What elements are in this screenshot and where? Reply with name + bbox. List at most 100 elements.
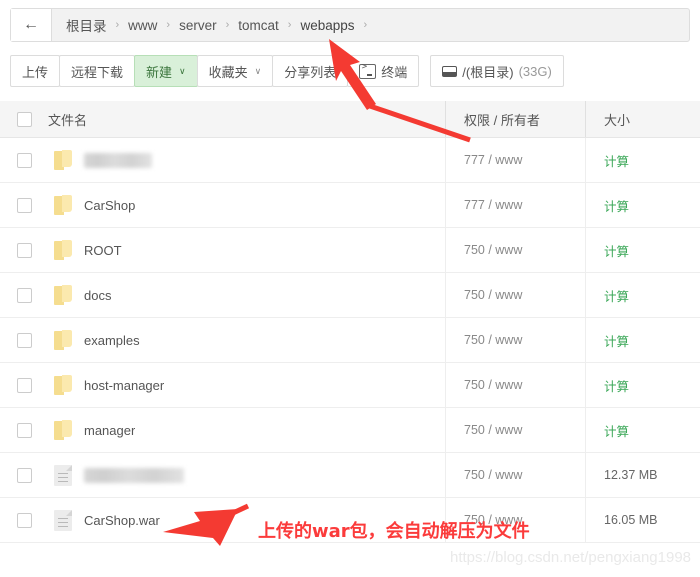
table-row[interactable]: docs 750 / www 计算 [0, 273, 700, 318]
watermark: https://blog.csdn.net/pengxiang1998 [450, 549, 692, 566]
permission-owner-cell[interactable]: 750 / www [445, 273, 585, 317]
breadcrumb: 根目录 › www › server › tomcat › webapps › [52, 9, 689, 41]
size-cell: 16.05 MB [585, 498, 700, 542]
share-list-button-label: 分享列表 [284, 64, 337, 80]
header-permission: 权限 / 所有者 [445, 101, 585, 137]
header-filename: 文件名 [48, 110, 445, 129]
upload-button[interactable]: 上传 [10, 55, 61, 87]
row-checkbox[interactable] [16, 242, 32, 258]
breadcrumb-item-www[interactable]: www [128, 18, 157, 33]
row-checkbox[interactable] [16, 467, 32, 483]
breadcrumb-item-webapps[interactable]: webapps [300, 18, 354, 33]
disk-usage-button[interactable]: /(根目录) (33G) [430, 55, 564, 87]
size-cell: 计算 [585, 273, 700, 317]
breadcrumb-item-server[interactable]: server [179, 18, 217, 33]
share-list-button[interactable]: 分享列表 [272, 55, 349, 87]
size-cell: 计算 [585, 408, 700, 452]
table-row[interactable]: 750 / www 12.37 MB [0, 453, 700, 498]
permission-owner-cell[interactable]: 750 / www [445, 453, 585, 497]
calculate-size-link[interactable]: 计算 [604, 241, 629, 260]
row-checkbox[interactable] [16, 512, 32, 528]
permission-owner-cell[interactable]: 750 / www [445, 363, 585, 407]
disk-size-label: (33G) [518, 63, 552, 79]
new-button[interactable]: 新建 ∨ [134, 55, 198, 87]
filename-cell: manager [48, 420, 445, 440]
filename-label[interactable]: manager [84, 423, 135, 438]
file-table: 文件名 权限 / 所有者 大小 777 / www 计算 CarShop 777 / … [0, 101, 700, 543]
table-row[interactable]: 777 / www 计算 [0, 138, 700, 183]
filename-label[interactable]: ROOT [84, 243, 122, 258]
row-select-cell [0, 467, 48, 483]
table-row[interactable]: CarShop 777 / www 计算 [0, 183, 700, 228]
filename-cell: examples [48, 330, 445, 350]
size-cell: 计算 [585, 183, 700, 227]
row-select-cell [0, 197, 48, 213]
permission-owner-cell[interactable]: 750 / www [445, 228, 585, 272]
size-cell: 计算 [585, 228, 700, 272]
folder-icon [54, 285, 72, 305]
filename-cell: CarShop.war [48, 509, 445, 531]
table-row[interactable]: ROOT 750 / www 计算 [0, 228, 700, 273]
permission-owner-cell[interactable]: 750 / www [445, 498, 585, 542]
file-icon [54, 509, 72, 531]
table-row[interactable]: examples 750 / www 计算 [0, 318, 700, 363]
select-all-checkbox[interactable] [16, 111, 32, 127]
size-label: 12.37 MB [604, 468, 658, 482]
breadcrumb-item-root[interactable]: 根目录 [66, 15, 107, 35]
row-select-cell [0, 422, 48, 438]
calculate-size-link[interactable]: 计算 [604, 331, 629, 350]
chevron-down-icon: ∨ [254, 65, 262, 76]
favorites-button-label: 收藏夹 [208, 64, 248, 80]
folder-icon [54, 240, 72, 260]
row-select-cell [0, 152, 48, 168]
favorites-button[interactable]: 收藏夹 ∨ [196, 55, 274, 87]
filename-label[interactable] [84, 467, 184, 483]
calculate-size-link[interactable]: 计算 [604, 151, 629, 170]
permission-owner-cell[interactable]: 777 / www [445, 183, 585, 227]
calculate-size-link[interactable]: 计算 [604, 376, 629, 395]
table-body: 777 / www 计算 CarShop 777 / www 计算 ROOT 750 / w… [0, 138, 700, 543]
terminal-button-label: 终端 [381, 64, 408, 80]
breadcrumb-separator: › [166, 19, 171, 31]
back-button[interactable]: ← [11, 9, 52, 41]
calculate-size-link[interactable]: 计算 [604, 196, 629, 215]
row-checkbox[interactable] [16, 422, 32, 438]
row-checkbox[interactable] [16, 377, 32, 393]
row-checkbox[interactable] [16, 287, 32, 303]
breadcrumb-separator: › [363, 19, 368, 31]
remote-download-button[interactable]: 远程下载 [59, 55, 136, 87]
header-size: 大小 [585, 101, 700, 137]
terminal-button[interactable]: 终端 [347, 55, 420, 87]
filename-cell: ROOT [48, 240, 445, 260]
table-row[interactable]: manager 750 / www 计算 [0, 408, 700, 453]
row-checkbox[interactable] [16, 152, 32, 168]
folder-icon [54, 330, 72, 350]
table-row[interactable]: host-manager 750 / www 计算 [0, 363, 700, 408]
filename-cell: docs [48, 285, 445, 305]
breadcrumb-separator: › [115, 19, 120, 31]
filename-label[interactable]: docs [84, 288, 111, 303]
filename-cell [48, 464, 445, 486]
permission-owner-cell[interactable]: 750 / www [445, 318, 585, 362]
filename-label[interactable]: CarShop.war [84, 513, 160, 528]
filename-label[interactable] [84, 152, 152, 168]
upload-button-label: 上传 [22, 64, 49, 80]
filename-label[interactable]: examples [84, 333, 140, 348]
permission-owner-cell[interactable]: 750 / www [445, 408, 585, 452]
row-checkbox[interactable] [16, 332, 32, 348]
table-header-row: 文件名 权限 / 所有者 大小 [0, 101, 700, 138]
folder-icon [54, 195, 72, 215]
filename-label[interactable]: host-manager [84, 378, 164, 393]
filename-label[interactable]: CarShop [84, 198, 135, 213]
size-cell: 计算 [585, 318, 700, 362]
row-select-cell [0, 287, 48, 303]
calculate-size-link[interactable]: 计算 [604, 286, 629, 305]
breadcrumb-separator: › [287, 19, 292, 31]
size-cell: 计算 [585, 363, 700, 407]
table-row[interactable]: CarShop.war 750 / www 16.05 MB [0, 498, 700, 543]
row-select-cell [0, 377, 48, 393]
breadcrumb-item-tomcat[interactable]: tomcat [238, 18, 279, 33]
row-checkbox[interactable] [16, 197, 32, 213]
permission-owner-cell[interactable]: 777 / www [445, 138, 585, 182]
calculate-size-link[interactable]: 计算 [604, 421, 629, 440]
